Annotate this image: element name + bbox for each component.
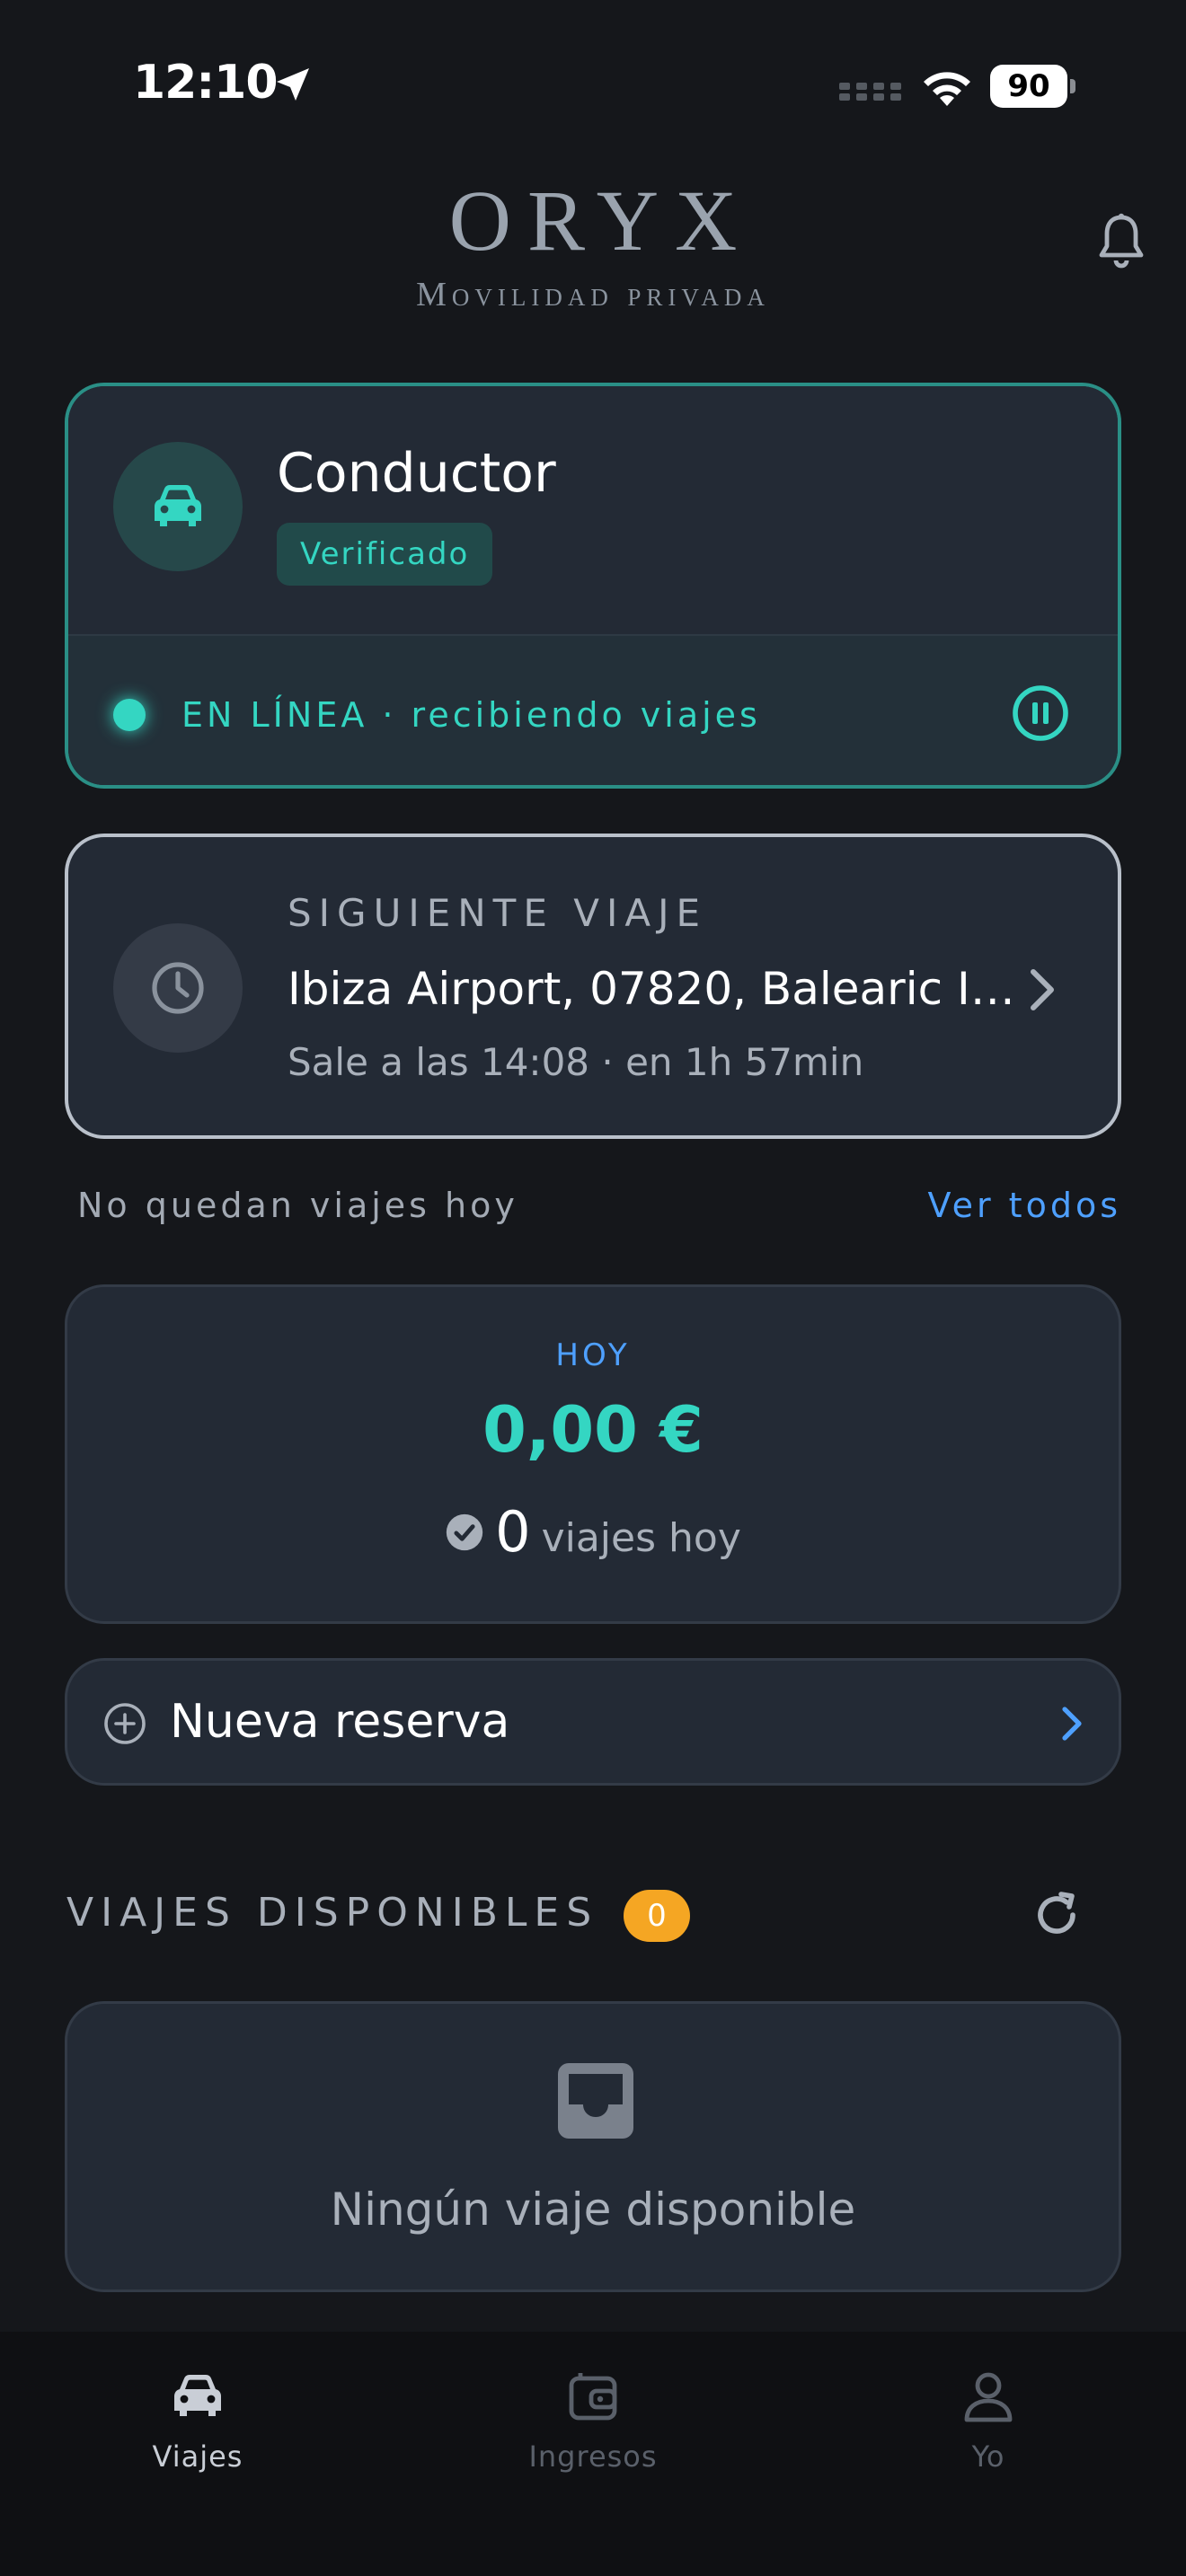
battery-level: 90 [1007,68,1050,104]
tab-viajes[interactable]: Viajes [0,2332,395,2511]
location-arrow-icon [277,68,309,101]
available-trips-count-badge: 0 [624,1890,690,1942]
trips-today-label: viajes hoy [541,1515,741,1561]
next-trip-card[interactable]: SIGUIENTE VIAJE Ibiza Airport, 07820, Ba… [65,834,1121,1139]
tab-ingresos[interactable]: Ingresos [395,2332,791,2511]
tab-label: Ingresos [528,2439,658,2474]
battery-indicator: 90 [990,65,1076,108]
wallet-icon [569,2373,617,2421]
driver-avatar [113,442,243,571]
tab-label: Viajes [152,2439,243,2474]
next-trip-label: SIGUIENTE VIAJE [288,891,707,935]
wifi-icon [924,72,970,106]
next-trip-clock [113,923,243,1053]
earnings-amount: 0,00 € [482,1393,704,1467]
tab-label: Yo [971,2439,1005,2474]
cellular-signal-icon [839,83,901,101]
chevron-right-icon [1062,1707,1082,1741]
trips-today-count: 0 [495,1499,531,1565]
car-icon [174,2375,221,2416]
person-icon [964,2372,1013,2422]
online-status-bar: EN LÍNEA · recibiendo viajes [68,634,1118,785]
new-booking-label: Nueva reserva [170,1695,510,1749]
bell-icon[interactable] [1096,212,1146,269]
available-trips-title: VIAJES DISPONIBLES [66,1890,599,1936]
pause-icon[interactable] [1012,684,1069,742]
driver-role: Conductor [277,442,556,505]
check-circle-icon [446,1513,483,1550]
inbox-icon [558,2063,633,2139]
brand-logo: ORYX [448,172,754,269]
status-time: 12:10 [133,56,279,110]
earnings-label: HOY [555,1337,631,1373]
verified-badge: Verificado [277,523,493,586]
driver-status-card: Conductor Verificado EN LÍNEA · recibien… [65,383,1121,789]
brand-tagline: Movilidad privada [416,276,770,313]
no-trips-remaining: No quedan viajes hoy [77,1186,518,1225]
next-trip-departure: Sale a las 14:08 · en 1h 57min [288,1040,864,1084]
trips-today-row: 0 viajes hoy [67,1499,1119,1565]
empty-state-message: Ningún viaje disponible [330,2183,856,2236]
chevron-right-icon [1031,969,1054,1010]
online-status-text: EN LÍNEA · recibiendo viajes [181,695,761,735]
new-booking-button[interactable]: Nueva reserva [65,1658,1121,1786]
clock-icon [152,962,204,1014]
refresh-icon[interactable] [1030,1888,1084,1942]
plus-circle-icon [104,1703,146,1744]
tab-yo[interactable]: Yo [791,2332,1186,2511]
earnings-today-card: HOY 0,00 € 0 viajes hoy [65,1284,1121,1624]
car-icon [155,485,201,526]
available-trips-empty-state: Ningún viaje disponible [65,2001,1121,2292]
online-indicator-dot [113,699,146,731]
next-trip-destination: Ibiza Airport, 07820, Balearic Isl... [288,963,1024,1015]
see-all-link[interactable]: Ver todos [928,1186,1121,1225]
bottom-tab-bar: Viajes Ingresos Yo [0,2332,1186,2576]
